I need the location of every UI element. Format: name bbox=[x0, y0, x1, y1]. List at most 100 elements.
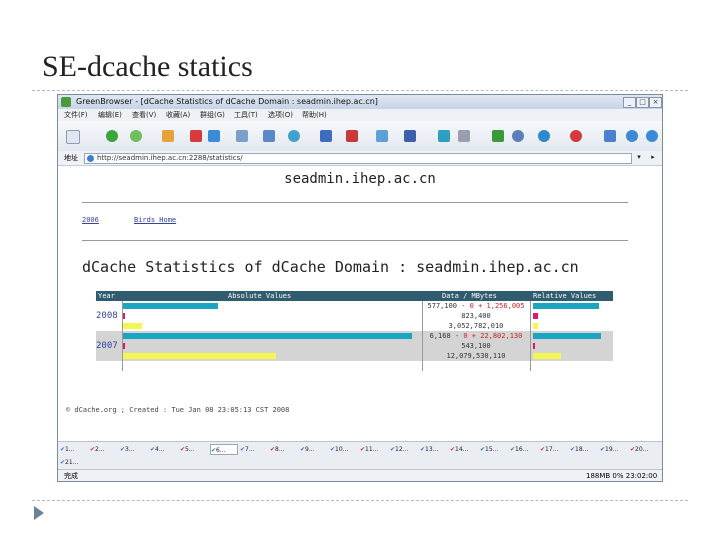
minimize-icon[interactable]: _ bbox=[623, 97, 636, 108]
browser-tab[interactable]: ✔4... bbox=[150, 444, 178, 455]
browser-tab[interactable]: ✔7... bbox=[240, 444, 268, 455]
statistics-table: Year Absolute Values Data / MBytes Relat… bbox=[96, 291, 613, 376]
forward-icon[interactable] bbox=[130, 130, 142, 142]
data-mbytes-cell: 543,100 bbox=[422, 341, 530, 351]
tab-label: 2... bbox=[95, 446, 105, 453]
browser-tab[interactable]: ✔5... bbox=[180, 444, 208, 455]
menu-options[interactable]: 选项(O) bbox=[268, 109, 293, 121]
window-titlebar: GreenBrowser - [dCache Statistics of dCa… bbox=[58, 95, 662, 109]
browser-toolbar bbox=[58, 121, 662, 152]
menu-groups[interactable]: 群组(G) bbox=[200, 109, 225, 121]
header-data-mbytes: Data / MBytes bbox=[442, 292, 497, 300]
browser-tab[interactable]: ✔11... bbox=[360, 444, 388, 455]
history-icon[interactable] bbox=[263, 130, 275, 142]
tab-label: 9... bbox=[305, 446, 315, 453]
maximize-icon[interactable]: □ bbox=[636, 97, 649, 108]
absolute-value-bar bbox=[122, 323, 143, 329]
print-icon[interactable] bbox=[458, 130, 470, 142]
browser-tab[interactable]: ✔20... bbox=[630, 444, 658, 455]
absolute-value-bar bbox=[122, 333, 412, 339]
browser-tab[interactable]: ✔13... bbox=[420, 444, 448, 455]
tab-label: 5... bbox=[185, 446, 195, 453]
stop-icon[interactable] bbox=[190, 130, 202, 142]
data-value: 577,100 - bbox=[427, 302, 470, 310]
screen-icon[interactable] bbox=[438, 130, 450, 142]
info-icon[interactable] bbox=[538, 130, 550, 142]
table-row: 577,100 - 0 + 1,256,005 bbox=[96, 301, 613, 311]
relative-value-bar bbox=[533, 303, 599, 309]
browser-tab[interactable]: ✔9... bbox=[300, 444, 328, 455]
browser-tab[interactable]: ✔18... bbox=[570, 444, 598, 455]
browser-app-icon bbox=[61, 97, 71, 107]
favorites-icon[interactable] bbox=[236, 130, 248, 142]
flag-icon[interactable] bbox=[346, 130, 358, 142]
browser-tab[interactable]: ✔10... bbox=[330, 444, 358, 455]
browser-tab[interactable]: ✔21... bbox=[60, 457, 88, 468]
data-value: 12,079,530,110 bbox=[446, 352, 506, 360]
page-host-title: seadmin.ihep.ac.cn bbox=[284, 171, 436, 187]
go-icon[interactable]: ▸ bbox=[648, 153, 658, 162]
back-arrow-icon[interactable] bbox=[626, 130, 638, 142]
host-divider bbox=[82, 202, 628, 203]
status-memory: 188MB 0% 23:02:00 bbox=[586, 472, 658, 480]
tab-label: 4... bbox=[155, 446, 165, 453]
menu-tools[interactable]: 工具(T) bbox=[234, 109, 258, 121]
browser-tab[interactable]: ✔14... bbox=[450, 444, 478, 455]
menu-edit[interactable]: 编辑(E) bbox=[98, 109, 122, 121]
data-delta: 0 + 1,256,005 bbox=[469, 302, 525, 310]
browser-tab[interactable]: ✔12... bbox=[390, 444, 418, 455]
globe-icon[interactable] bbox=[288, 130, 300, 142]
table-row: 12,079,530,110 bbox=[96, 351, 613, 361]
relative-value-bar bbox=[533, 353, 562, 359]
search-icon[interactable] bbox=[512, 130, 524, 142]
row-year: 2007 bbox=[96, 341, 118, 351]
data-mbytes-cell: 577,100 - 0 + 1,256,005 bbox=[422, 301, 530, 311]
slide-title: SE-dcache statics bbox=[42, 50, 253, 83]
data-value: 543,100 bbox=[461, 342, 491, 350]
data-mbytes-cell: 823,400 bbox=[422, 311, 530, 321]
tab-label: 21... bbox=[65, 459, 79, 466]
sidebar-icon[interactable] bbox=[604, 130, 616, 142]
page-globe-icon bbox=[87, 155, 94, 162]
header-relative-values: Relative Values bbox=[533, 292, 597, 300]
nav-divider bbox=[82, 240, 628, 241]
absolute-value-bar bbox=[122, 353, 276, 359]
browser-tab[interactable]: ✔1... bbox=[60, 444, 88, 455]
table-row: 3,052,782,010 bbox=[96, 321, 613, 331]
forward-arrow-icon[interactable] bbox=[646, 130, 658, 142]
address-url: http://seadmin.ihep.ac.cn:2288/statistic… bbox=[97, 154, 243, 162]
relative-value-bar bbox=[533, 313, 539, 319]
browser-tab[interactable]: ✔19... bbox=[600, 444, 628, 455]
tab-label: 10... bbox=[335, 446, 349, 453]
tab-label: 1... bbox=[65, 446, 75, 453]
menu-help[interactable]: 帮助(H) bbox=[302, 109, 327, 121]
home-link[interactable]: Birds Home bbox=[134, 216, 176, 224]
home-icon[interactable] bbox=[162, 130, 174, 142]
footer-divider bbox=[32, 500, 688, 501]
undo-icon[interactable] bbox=[320, 130, 332, 142]
new-page-icon[interactable] bbox=[66, 130, 80, 144]
save-icon[interactable] bbox=[404, 130, 416, 142]
table-row: 2008 823,400 bbox=[96, 311, 613, 321]
refresh-icon[interactable] bbox=[208, 130, 220, 142]
browser-tab[interactable]: ✔2... bbox=[90, 444, 118, 455]
address-input[interactable]: http://seadmin.ihep.ac.cn:2288/statistic… bbox=[84, 153, 632, 164]
arrow-right-icon[interactable] bbox=[492, 130, 504, 142]
menu-file[interactable]: 文件(F) bbox=[64, 109, 88, 121]
back-icon[interactable] bbox=[106, 130, 118, 142]
settings-icon[interactable] bbox=[570, 130, 582, 142]
browser-tab[interactable]: ✔16... bbox=[510, 444, 538, 455]
browser-tab[interactable]: ✔8... bbox=[270, 444, 298, 455]
year-link[interactable]: 2006 bbox=[82, 216, 99, 224]
menu-view[interactable]: 查看(V) bbox=[132, 109, 156, 121]
tab-label: 18... bbox=[575, 446, 589, 453]
browser-tab[interactable]: ✔15... bbox=[480, 444, 508, 455]
data-value: 3,052,782,010 bbox=[448, 322, 504, 330]
mail-icon[interactable] bbox=[376, 130, 388, 142]
close-icon[interactable]: × bbox=[649, 97, 662, 108]
browser-tab[interactable]: ✔3... bbox=[120, 444, 148, 455]
browser-tab[interactable]: ✔17... bbox=[540, 444, 568, 455]
menu-favorites[interactable]: 收藏(A) bbox=[166, 109, 190, 121]
browser-tab[interactable]: ✔6... bbox=[210, 444, 238, 455]
address-dropdown-icon[interactable]: ▾ bbox=[634, 153, 644, 162]
